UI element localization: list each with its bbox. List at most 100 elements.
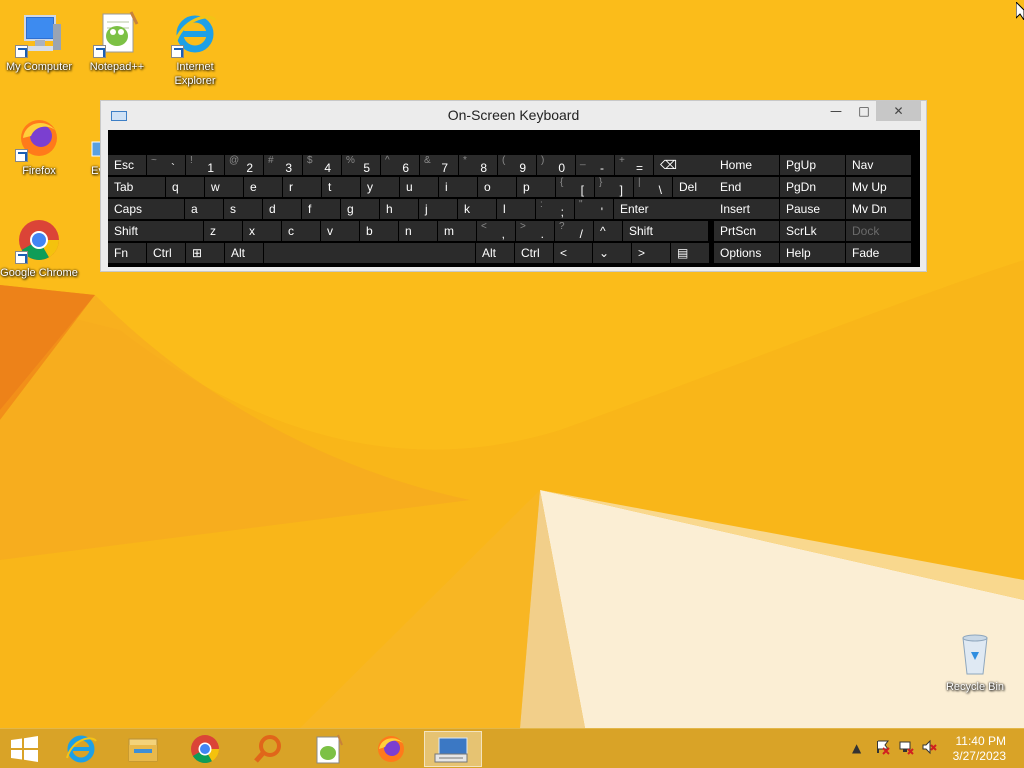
- key-!-1[interactable]: ! 1: [186, 155, 224, 175]
- key-options[interactable]: Options: [714, 243, 779, 263]
- key-tab[interactable]: Tab: [108, 177, 165, 197]
- key-n[interactable]: n: [399, 221, 437, 241]
- volume-muted-icon[interactable]: [921, 739, 937, 758]
- taskbar-ie[interactable]: [52, 731, 110, 767]
- key-insert[interactable]: Insert: [714, 199, 779, 219]
- desktop-icon-notepadpp[interactable]: Notepad++: [78, 10, 156, 74]
- key-<[interactable]: <: [554, 243, 592, 263]
- key-⌄[interactable]: ⌄: [593, 243, 631, 263]
- key-"-'[interactable]: " ': [575, 199, 613, 219]
- key-scrlk[interactable]: ScrLk: [780, 221, 845, 241]
- key-z[interactable]: z: [204, 221, 242, 241]
- key-u[interactable]: u: [400, 177, 438, 197]
- key-end[interactable]: End: [714, 177, 779, 197]
- key-esc[interactable]: Esc: [108, 155, 146, 175]
- key-#-3[interactable]: #3: [264, 155, 302, 175]
- key-prtscn[interactable]: PrtScn: [714, 221, 779, 241]
- key-x[interactable]: x: [243, 221, 281, 241]
- clock[interactable]: 11:40 PM 3/27/2023: [936, 734, 1006, 764]
- key-y[interactable]: y: [361, 177, 399, 197]
- key-r[interactable]: r: [283, 177, 321, 197]
- key-home[interactable]: Home: [714, 155, 779, 175]
- key-&-7[interactable]: & 7: [420, 155, 458, 175]
- key-|-\[interactable]: | \: [634, 177, 672, 197]
- minimize-button[interactable]: —: [823, 101, 849, 121]
- key-shift[interactable]: Shift: [623, 221, 708, 241]
- key-w[interactable]: w: [205, 177, 243, 197]
- key-p[interactable]: p: [517, 177, 555, 197]
- key-nav[interactable]: Nav: [846, 155, 911, 175]
- key-k[interactable]: k: [458, 199, 496, 219]
- key-alt[interactable]: Alt: [225, 243, 263, 263]
- key-enter[interactable]: Enter: [614, 199, 719, 219]
- key-f[interactable]: f: [302, 199, 340, 219]
- key-c[interactable]: c: [282, 221, 320, 241]
- desktop-icon-internet-explorer[interactable]: Internet Explorer: [156, 10, 234, 88]
- taskbar-firefox[interactable]: [362, 731, 420, 767]
- key-▤[interactable]: ▤: [671, 243, 709, 263]
- key->-.[interactable]: >.: [516, 221, 554, 241]
- taskbar-chrome[interactable]: [176, 731, 234, 767]
- key-*-8[interactable]: * 8: [459, 155, 497, 175]
- taskbar-on-screen-keyboard[interactable]: [424, 731, 482, 767]
- key-pause[interactable]: Pause: [780, 199, 845, 219]
- key-pgup[interactable]: PgUp: [780, 155, 845, 175]
- key-}-][interactable]: }]: [595, 177, 633, 197]
- key-mv-dn[interactable]: Mv Dn: [846, 199, 911, 219]
- key-ctrl[interactable]: Ctrl: [515, 243, 553, 263]
- taskbar-file-explorer[interactable]: [114, 731, 172, 767]
- key-:-;[interactable]: :;: [536, 199, 574, 219]
- key-d[interactable]: d: [263, 199, 301, 219]
- key-help[interactable]: Help: [780, 243, 845, 263]
- key-ctrl[interactable]: Ctrl: [147, 243, 185, 263]
- key-m[interactable]: m: [438, 221, 476, 241]
- on-screen-keyboard-window[interactable]: On-Screen Keyboard — □ ✕ Esc ~ `! 1 @2 #3 $4% 5…: [100, 100, 927, 272]
- key-s[interactable]: s: [224, 199, 262, 219]
- key-t[interactable]: t: [322, 177, 360, 197]
- key-$-4[interactable]: $4: [303, 155, 341, 175]
- key-{-[[interactable]: {[: [556, 177, 594, 197]
- key-i[interactable]: i: [439, 177, 477, 197]
- key->[interactable]: >: [632, 243, 670, 263]
- key-_--[interactable]: _ -: [576, 155, 614, 175]
- key-b[interactable]: b: [360, 221, 398, 241]
- close-button[interactable]: ✕: [876, 101, 921, 121]
- key-h[interactable]: h: [380, 199, 418, 219]
- key-(-9[interactable]: (9: [498, 155, 536, 175]
- key-@-2[interactable]: @2: [225, 155, 263, 175]
- key-%-5[interactable]: % 5: [342, 155, 380, 175]
- key-^[interactable]: ^: [594, 221, 622, 241]
- key-space[interactable]: [264, 243, 475, 263]
- key-^-6[interactable]: ^ 6: [381, 155, 419, 175]
- key-fade[interactable]: Fade: [846, 243, 911, 263]
- key-pgdn[interactable]: PgDn: [780, 177, 845, 197]
- key-mv-up[interactable]: Mv Up: [846, 177, 911, 197]
- key-?-/[interactable]: ? /: [555, 221, 593, 241]
- network-icon[interactable]: [898, 739, 914, 758]
- key-shift[interactable]: Shift: [108, 221, 203, 241]
- key-e[interactable]: e: [244, 177, 282, 197]
- key-⌫[interactable]: ⌫: [654, 155, 719, 175]
- taskbar-search-app[interactable]: [238, 731, 296, 767]
- maximize-button[interactable]: □: [851, 101, 877, 121]
- key-v[interactable]: v: [321, 221, 359, 241]
- window-titlebar[interactable]: On-Screen Keyboard — □ ✕: [101, 101, 926, 131]
- key-fn[interactable]: Fn: [108, 243, 146, 263]
- show-hidden-icons-icon[interactable]: ▲: [852, 741, 861, 755]
- key-g[interactable]: g: [341, 199, 379, 219]
- key-q[interactable]: q: [166, 177, 204, 197]
- desktop-icon-recycle-bin[interactable]: Recycle Bin: [936, 630, 1014, 694]
- key-<-,[interactable]: <,: [477, 221, 515, 241]
- key-caps[interactable]: Caps: [108, 199, 184, 219]
- key-a[interactable]: a: [185, 199, 223, 219]
- key-+-=[interactable]: + =: [615, 155, 653, 175]
- key-j[interactable]: j: [419, 199, 457, 219]
- key-⊞[interactable]: ⊞: [186, 243, 224, 263]
- key-l[interactable]: l: [497, 199, 535, 219]
- key-)-0[interactable]: ) 0: [537, 155, 575, 175]
- desktop-icon-google-chrome[interactable]: Google Chrome: [0, 216, 78, 280]
- key-~-`[interactable]: ~ `: [147, 155, 185, 175]
- key-alt[interactable]: Alt: [476, 243, 514, 263]
- key-o[interactable]: o: [478, 177, 516, 197]
- action-center-icon[interactable]: [875, 739, 891, 758]
